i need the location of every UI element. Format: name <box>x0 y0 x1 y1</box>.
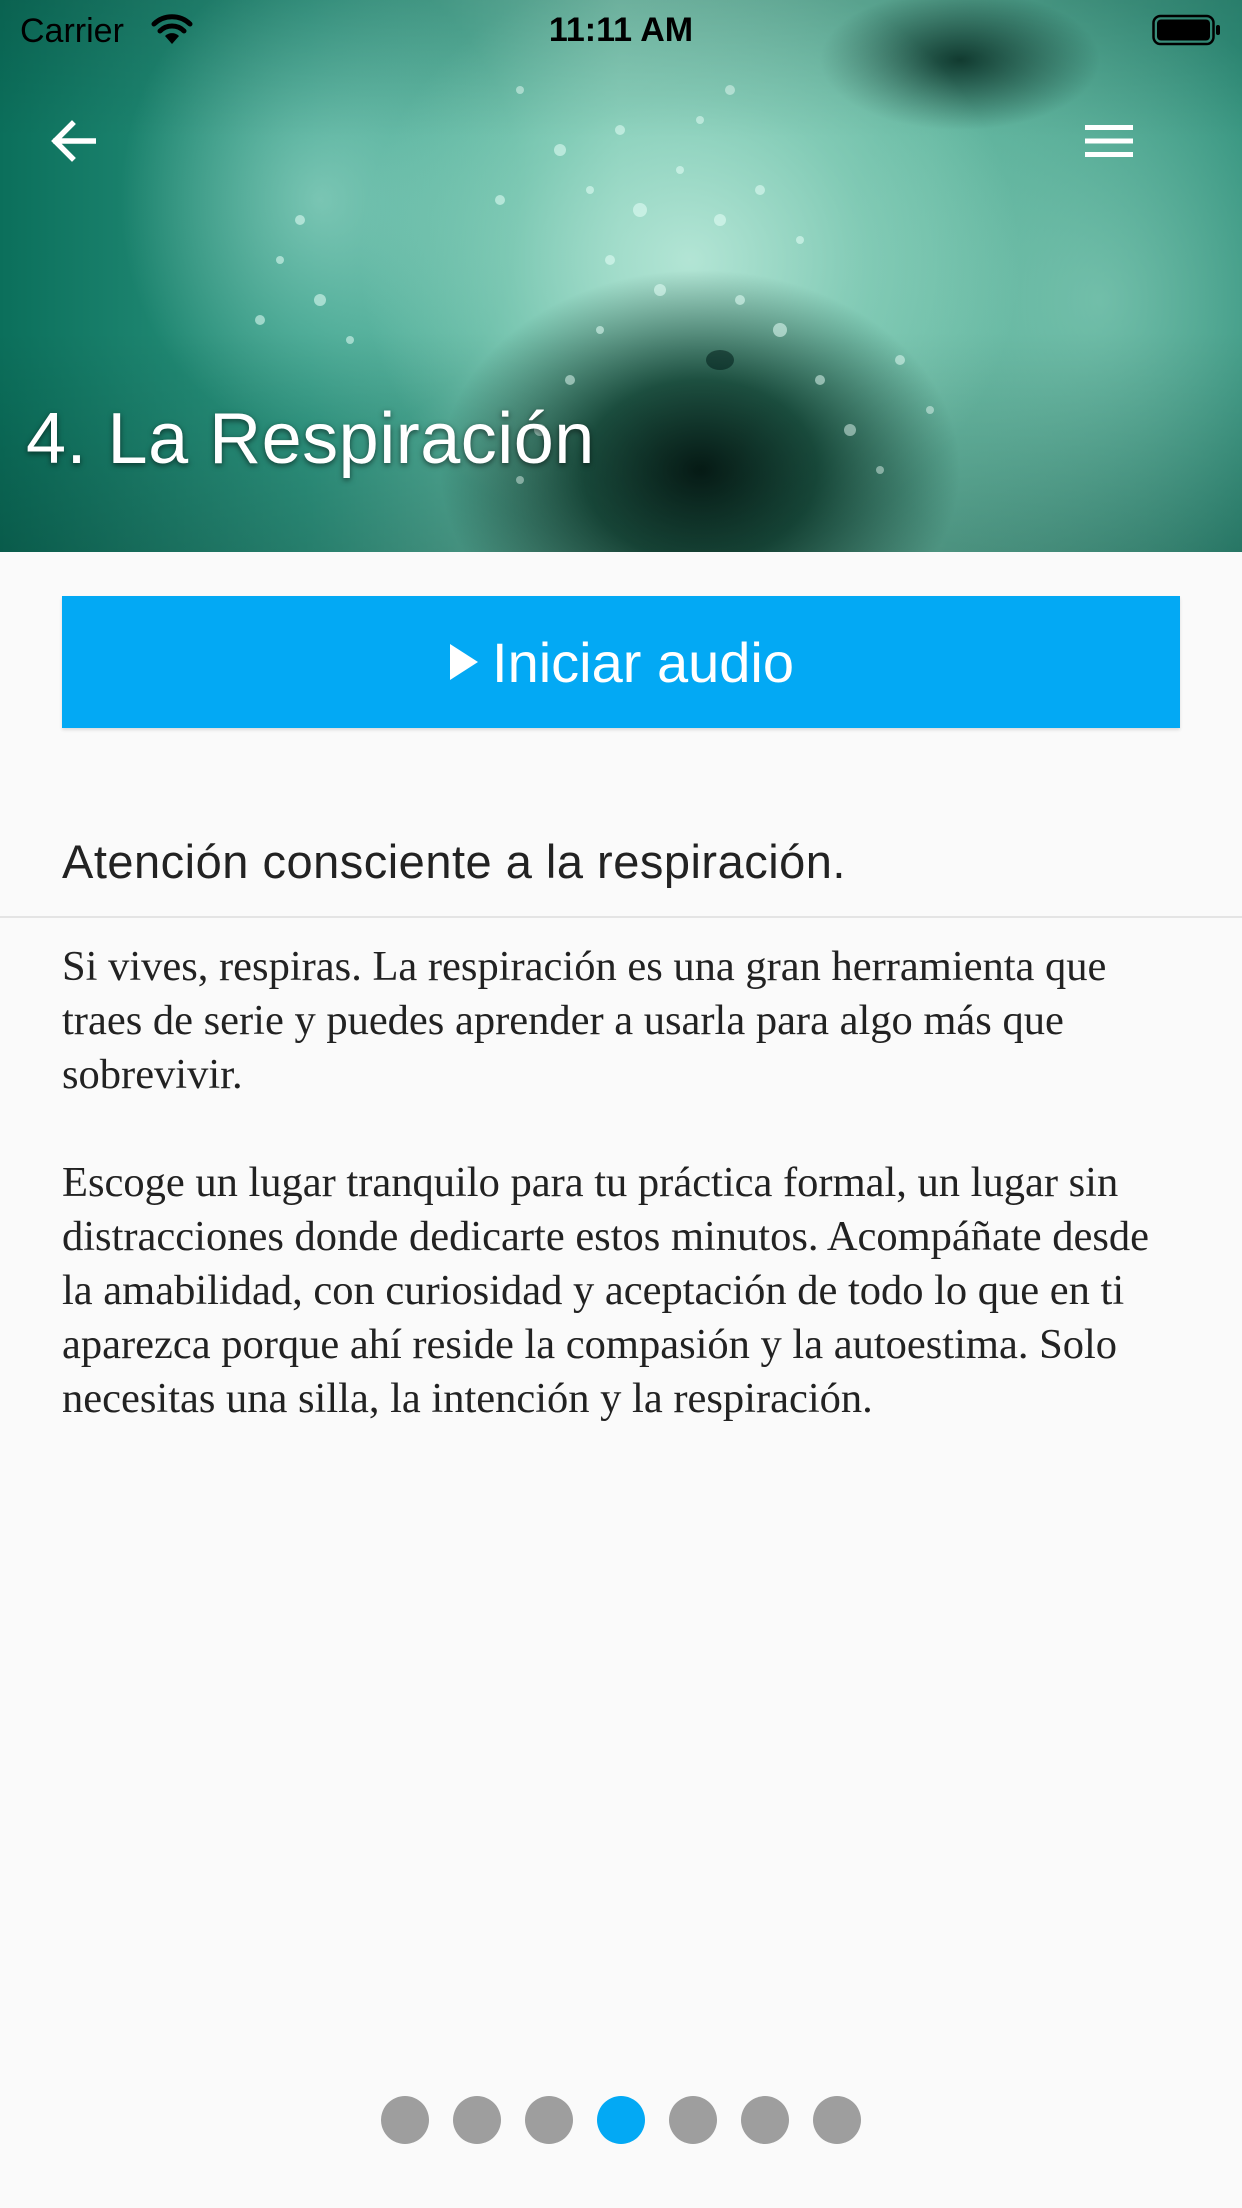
paragraph: Si vives, respiras. La respiración es un… <box>62 943 1107 1098</box>
battery-icon <box>1152 14 1220 46</box>
section-subtitle: Atención consciente a la respiración. <box>62 835 846 888</box>
arrow-left-icon <box>51 120 96 162</box>
page-indicator <box>0 2096 1242 2144</box>
start-audio-button[interactable]: Iniciar audio <box>62 596 1180 728</box>
divider <box>0 916 1242 918</box>
page-dot[interactable] <box>813 2096 861 2144</box>
status-time: 11:11 AM <box>548 11 694 49</box>
play-icon <box>450 644 479 680</box>
hamburger-menu-icon <box>1085 125 1133 157</box>
page-dot-active[interactable] <box>597 2096 645 2144</box>
paragraph: Escoge un lugar tranquilo para tu prácti… <box>62 1159 1149 1422</box>
back-button[interactable] <box>40 108 106 174</box>
status-bar: Carrier 11:11 AM <box>0 0 1242 60</box>
page-dot[interactable] <box>381 2096 429 2144</box>
page-title: 4. La Respiración <box>26 399 595 479</box>
body-text: Si vives, respiras. La respiración es un… <box>62 940 1186 1480</box>
start-audio-label: Iniciar audio <box>492 630 794 694</box>
menu-button[interactable] <box>1076 108 1142 174</box>
page-dot[interactable] <box>525 2096 573 2144</box>
page-dot[interactable] <box>741 2096 789 2144</box>
page-dot[interactable] <box>669 2096 717 2144</box>
page-dot[interactable] <box>453 2096 501 2144</box>
